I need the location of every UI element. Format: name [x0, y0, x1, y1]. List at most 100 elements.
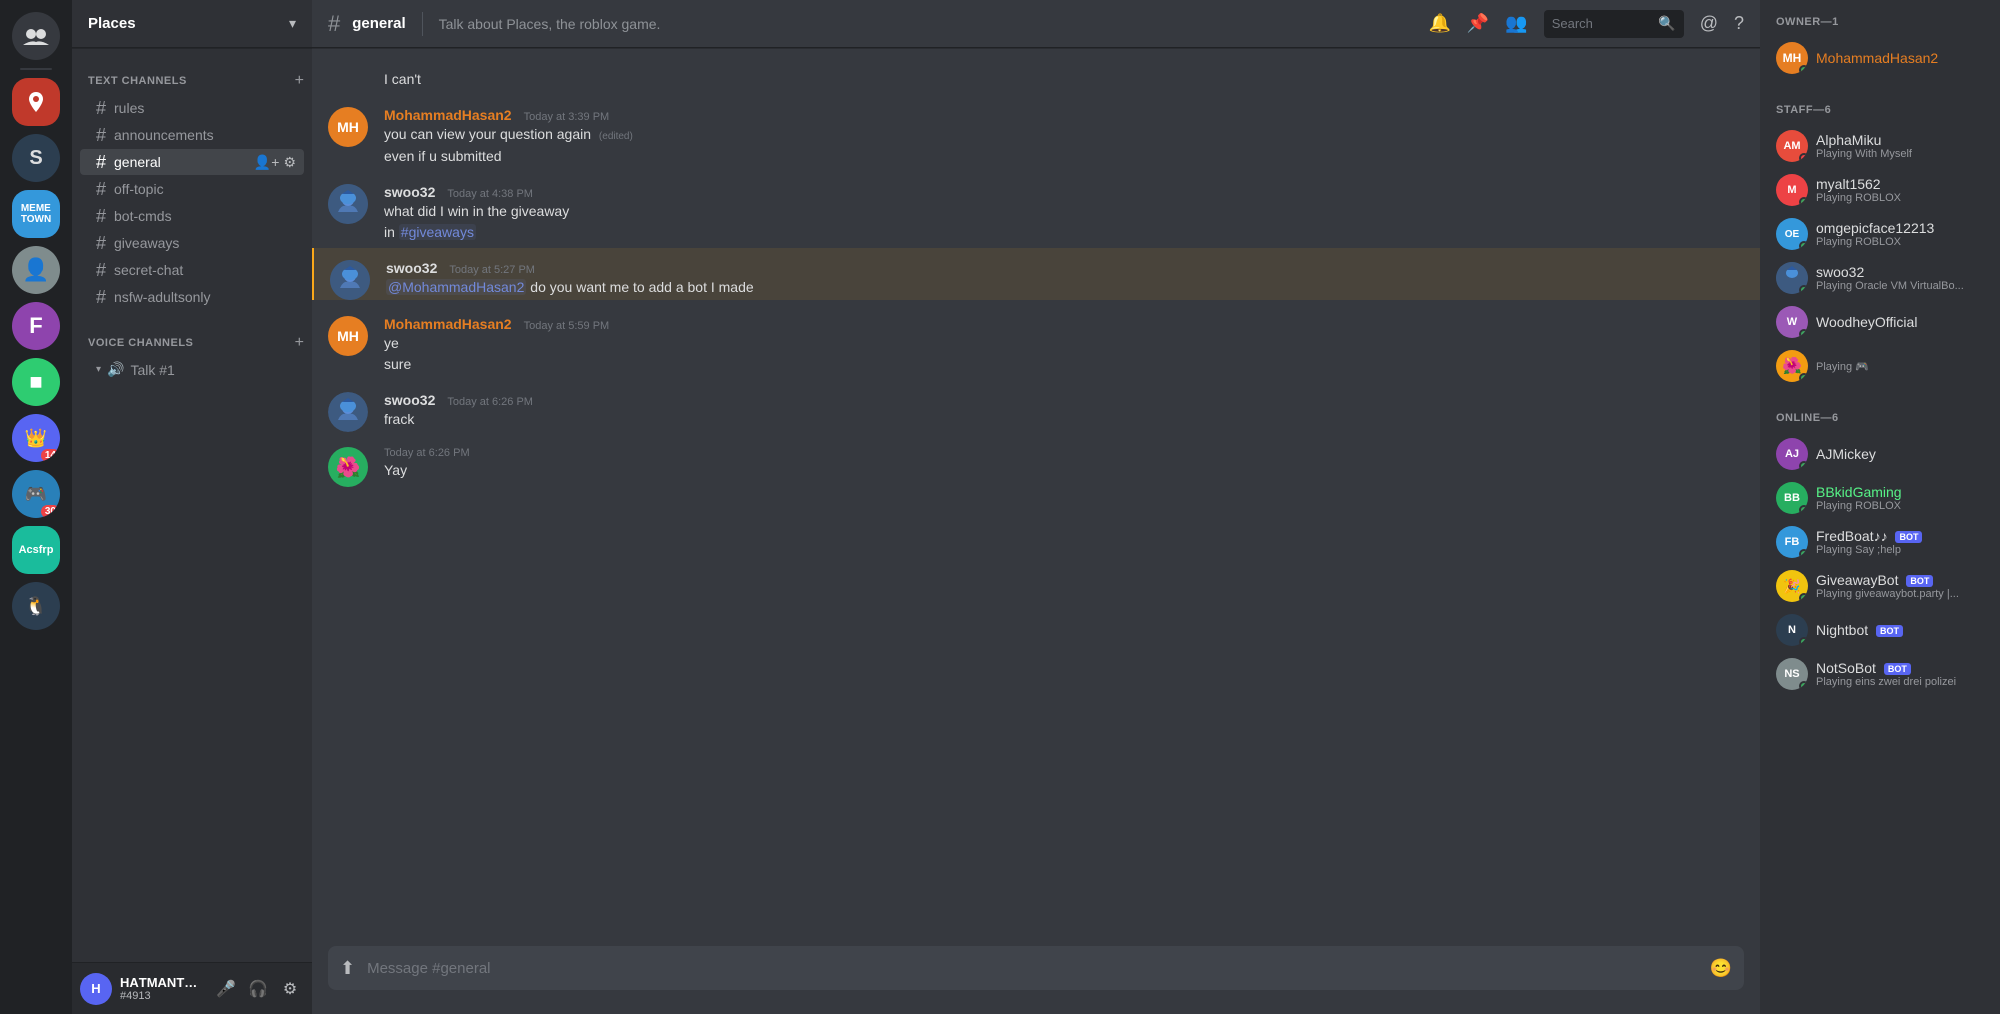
message-avatar[interactable]	[328, 184, 368, 224]
server-s[interactable]: S	[12, 134, 60, 182]
server-acsfrp[interactable]: Acsfrp	[12, 526, 60, 574]
server-badge-14: 14	[41, 449, 60, 462]
message-input[interactable]	[367, 948, 1697, 989]
status-online	[1799, 197, 1808, 206]
message-header: MohammadHasan2 Today at 3:39 PM	[384, 107, 1712, 123]
channel-rules[interactable]: # rules	[80, 95, 304, 121]
settings-icon[interactable]: ⚙	[276, 975, 304, 1003]
message-author[interactable]: MohammadHasan2	[384, 107, 512, 123]
channel-secret-chat[interactable]: # secret-chat	[80, 257, 304, 283]
server-name: Places	[88, 15, 136, 32]
server-crown[interactable]: 👑 14	[12, 414, 60, 462]
member-item[interactable]: BB BBkidGaming Playing ROBLOX	[1768, 476, 1992, 520]
current-user-avatar[interactable]: Η	[80, 973, 112, 1005]
channel-nsfw[interactable]: # nsfw-adultsonly	[80, 284, 304, 310]
member-item[interactable]: OE omgepicface12213 Playing ROBLOX	[1768, 212, 1992, 256]
channel-giveaways[interactable]: # giveaways	[80, 230, 304, 256]
message-content: Yay	[384, 461, 1712, 480]
message-author[interactable]: MohammadHasan2	[384, 316, 512, 332]
channel-general[interactable]: # general 👤+ ⚙	[80, 149, 304, 175]
status-online	[1799, 505, 1808, 514]
microphone-icon[interactable]: 🎤	[212, 975, 240, 1003]
server-green[interactable]: ■	[12, 358, 60, 406]
message-author[interactable]: swoo32	[386, 260, 437, 276]
message-header: Today at 6:26 PM	[384, 447, 1712, 459]
member-avatar: M	[1776, 174, 1808, 206]
server-gaming[interactable]: 🎮 30	[12, 470, 60, 518]
message-item: 🌺 Today at 6:26 PM Yay	[312, 435, 1760, 482]
settings-icon[interactable]: ⚙	[283, 154, 296, 171]
server-avatar5[interactable]: 👤	[12, 246, 60, 294]
member-item[interactable]: M myalt1562 Playing ROBLOX	[1768, 168, 1992, 212]
hash-icon: #	[96, 126, 106, 144]
bot-badge: BOT	[1884, 663, 1911, 675]
help-icon[interactable]: ?	[1734, 13, 1744, 34]
member-info: MohammadHasan2	[1816, 50, 1984, 66]
pin-icon[interactable]: 📌	[1467, 13, 1489, 34]
message-content: what did I win in the giveaway	[384, 202, 1712, 221]
message-avatar[interactable]	[330, 260, 370, 300]
message-timestamp: Today at 6:26 PM	[447, 396, 533, 408]
user-mention[interactable]: @MohammadHasan2	[386, 279, 526, 295]
channel-bot-cmds[interactable]: # bot-cmds	[80, 203, 304, 229]
message-avatar[interactable]: MH	[328, 316, 368, 356]
member-item[interactable]: NS NotSoBot BOT Playing eins zwei drei p…	[1768, 652, 1992, 696]
member-item[interactable]: W WoodheyOfficial	[1768, 300, 1992, 344]
member-item[interactable]: MH MohammadHasan2	[1768, 36, 1992, 80]
voice-channels-header: VOICE CHANNELS +	[72, 318, 312, 356]
message-author[interactable]: swoo32	[384, 184, 435, 200]
channel-off-topic[interactable]: # off-topic	[80, 176, 304, 202]
member-item[interactable]: AM AlphaMiku Playing With Myself	[1768, 124, 1992, 168]
message-avatar[interactable]: 🌺	[328, 447, 368, 487]
member-avatar: AJ	[1776, 438, 1808, 470]
member-avatar: OE	[1776, 218, 1808, 250]
message-avatar[interactable]: MH	[328, 107, 368, 147]
member-item[interactable]: swoo32 Playing Oracle VM VirtualBo...	[1768, 256, 1992, 300]
message-avatar[interactable]	[328, 392, 368, 432]
server-meme-town[interactable]: MEMETOWN	[12, 190, 60, 238]
channel-name: bot-cmds	[114, 208, 172, 224]
message-header: swoo32 Today at 5:27 PM	[386, 260, 1712, 276]
emoji-icon[interactable]: 😊	[1710, 958, 1732, 979]
at-icon[interactable]: @	[1700, 13, 1718, 34]
member-name: omgepicface12213	[1816, 220, 1984, 236]
member-name: swoo32	[1816, 264, 1984, 280]
message-item: MH MohammadHasan2 Today at 3:39 PM you c…	[312, 95, 1760, 168]
status-online	[1799, 461, 1808, 470]
notification-bell-icon[interactable]: 🔔	[1428, 13, 1450, 34]
channel-name: general	[114, 154, 161, 170]
server-header[interactable]: Places ▾	[72, 0, 312, 48]
dm-icon[interactable]	[12, 12, 60, 60]
server-f[interactable]: F	[12, 302, 60, 350]
add-channel-icon[interactable]: +	[295, 72, 304, 90]
server-badge-30: 30	[41, 505, 60, 518]
members-icon[interactable]: 👥	[1505, 13, 1527, 34]
search-box[interactable]: 🔍	[1544, 10, 1684, 38]
user-info: ΗΑTΜΑNTH... #4913	[120, 975, 204, 1002]
channel-mention[interactable]: #giveaways	[399, 224, 476, 240]
message-author[interactable]: swoo32	[384, 392, 435, 408]
channel-announcements[interactable]: # announcements	[80, 122, 304, 148]
member-avatar: N	[1776, 614, 1808, 646]
search-icon: 🔍	[1658, 15, 1675, 32]
member-item[interactable]: 🌺 Playing 🎮	[1768, 344, 1992, 388]
voice-channel-name: Talk #1	[130, 362, 174, 378]
headphone-icon[interactable]: 🎧	[244, 975, 272, 1003]
member-item[interactable]: 🎉 GiveawayBot BOT Playing giveawaybot.pa…	[1768, 564, 1992, 608]
member-item[interactable]: FB FredBoat♪♪ BOT Playing Say ;help	[1768, 520, 1992, 564]
member-item[interactable]: N Nightbot BOT	[1768, 608, 1992, 652]
status-online	[1799, 549, 1808, 558]
voice-channel-talk1[interactable]: ▾ 🔊 Talk #1	[80, 357, 304, 382]
search-input[interactable]	[1552, 16, 1653, 31]
channel-hash: #	[328, 11, 340, 37]
status-online	[1799, 285, 1808, 294]
add-member-icon[interactable]: 👤+	[254, 154, 280, 171]
upload-icon[interactable]: ⬆	[340, 958, 355, 979]
channel-name: giveaways	[114, 235, 179, 251]
add-voice-channel-icon[interactable]: +	[295, 334, 304, 352]
member-status-text: Playing 🎮	[1816, 360, 1984, 373]
member-item[interactable]: AJ AJMickey	[1768, 432, 1992, 476]
status-online	[1799, 593, 1808, 602]
server-places[interactable]	[12, 78, 60, 126]
server-penguin[interactable]: 🐧	[12, 582, 60, 630]
